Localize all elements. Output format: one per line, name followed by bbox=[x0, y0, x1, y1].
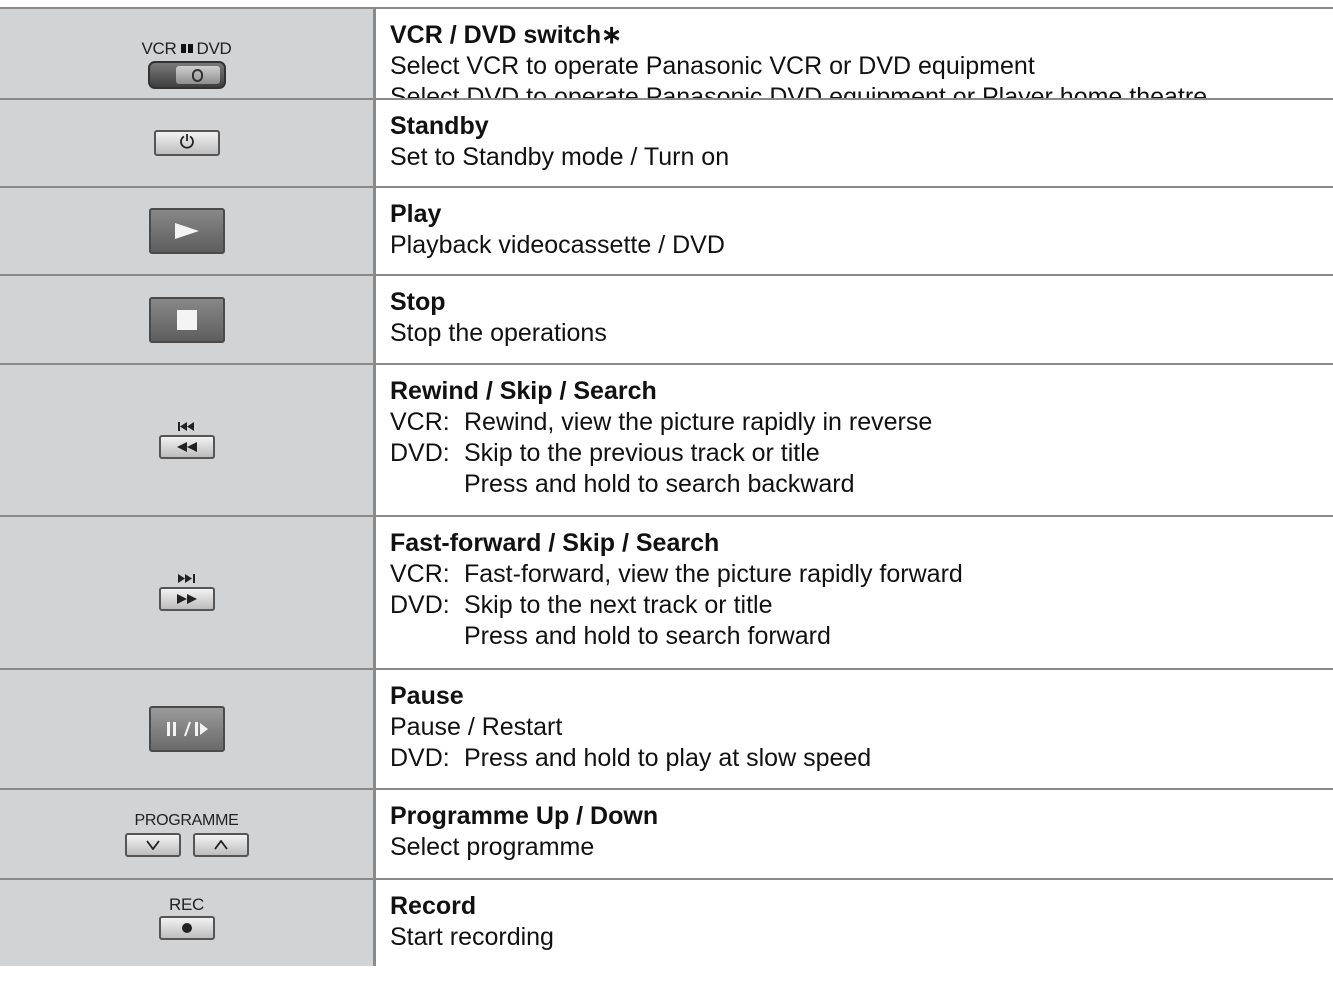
rewind-skip-icon bbox=[176, 441, 197, 452]
table-row: Fast-forward / Skip / Search VCR: Fast-fo… bbox=[0, 517, 1333, 670]
row-title: Fast-forward / Skip / Search bbox=[390, 529, 720, 557]
chevron-down-icon bbox=[145, 840, 160, 850]
table-row: VCR DVD VCR / DVD switch∗ Select VCR to … bbox=[0, 9, 1333, 100]
line-text: Skip to the next track or title bbox=[464, 591, 773, 619]
pause-slow-icon bbox=[166, 721, 208, 737]
programme-label: PROGRAMME bbox=[134, 812, 239, 829]
fast-forward-button[interactable] bbox=[158, 587, 215, 611]
play-button[interactable] bbox=[148, 208, 225, 254]
description-line: Set to Standby mode / Turn on bbox=[390, 143, 730, 171]
line-prefix: DVD: bbox=[390, 439, 450, 467]
line-text: Press and hold to search forward bbox=[464, 622, 831, 650]
description-cell: Record Start recording bbox=[376, 880, 1333, 966]
line-prefix: DVD: bbox=[390, 744, 450, 772]
description-cell: Standby Set to Standby mode / Turn on bbox=[376, 100, 1333, 186]
row-title: Rewind / Skip / Search bbox=[390, 377, 657, 405]
programme-up-button[interactable] bbox=[192, 833, 249, 857]
table-row: PROGRAMME Programme Up / Down Select pro… bbox=[0, 790, 1333, 880]
description-cell: Rewind / Skip / Search VCR: Rewind, view … bbox=[376, 365, 1333, 515]
description-line: Press and hold to search backward bbox=[390, 469, 1333, 500]
description-cell: Pause Pause / Restart DVD: Press and hold… bbox=[376, 670, 1333, 788]
description-line: Pause / Restart bbox=[390, 713, 563, 741]
vcr-label: VCR bbox=[141, 39, 177, 58]
dvd-label: DVD bbox=[196, 39, 232, 58]
icon-cell bbox=[0, 365, 376, 515]
skip-previous-icon bbox=[177, 421, 194, 431]
programme-up-down-icon bbox=[124, 833, 249, 857]
row-title: Standby bbox=[390, 112, 489, 140]
icon-cell: VCR DVD bbox=[0, 9, 376, 98]
line-text: Skip to the previous track or title bbox=[464, 439, 820, 467]
row-title: VCR / DVD switch∗ bbox=[390, 21, 623, 49]
record-icon bbox=[181, 923, 192, 933]
description-cell: Programme Up / Down Select programme bbox=[376, 790, 1333, 878]
line-prefix: DVD: bbox=[390, 591, 450, 619]
programme-down-button[interactable] bbox=[124, 833, 181, 857]
rewind-button[interactable] bbox=[158, 434, 215, 459]
row-title: Stop bbox=[390, 288, 446, 316]
description-line: Select programme bbox=[390, 833, 595, 861]
icon-cell bbox=[0, 670, 376, 788]
standby-button[interactable] bbox=[153, 130, 220, 156]
icon-cell bbox=[0, 517, 376, 668]
line-prefix: VCR: bbox=[390, 408, 450, 436]
skip-next-icon bbox=[177, 574, 195, 583]
description-line: VCR: Rewind, view the picture rapidly in … bbox=[390, 407, 1333, 438]
description-line: DVD: Skip to the previous track or title bbox=[390, 438, 1333, 469]
description-line: DVD: Press and hold to play at slow speed bbox=[390, 743, 1333, 774]
icon-cell bbox=[0, 188, 376, 274]
line-prefix: VCR: bbox=[390, 560, 450, 588]
play-icon bbox=[174, 223, 199, 239]
row-title: Programme Up / Down bbox=[390, 802, 659, 830]
stop-button[interactable] bbox=[148, 296, 225, 343]
chevron-up-icon bbox=[213, 840, 228, 850]
rec-label: REC bbox=[169, 895, 204, 914]
icon-cell bbox=[0, 100, 376, 186]
description-line: Playback videocassette / DVD bbox=[390, 231, 725, 259]
description-cell: Play Playback videocassette / DVD bbox=[376, 188, 1333, 274]
row-title: Pause bbox=[390, 682, 464, 710]
description-line: DVD: Skip to the next track or title bbox=[390, 590, 1333, 621]
icon-cell bbox=[0, 276, 376, 363]
line-text: Rewind, view the picture rapidly in reve… bbox=[464, 408, 933, 436]
line-text: Press and hold to search backward bbox=[464, 470, 855, 498]
description-cell: Fast-forward / Skip / Search VCR: Fast-fo… bbox=[376, 517, 1333, 668]
description-line: Start recording bbox=[390, 923, 554, 951]
row-title: Play bbox=[390, 200, 442, 228]
line-text: Fast-forward, view the picture rapidly f… bbox=[464, 560, 963, 588]
record-button[interactable] bbox=[158, 916, 215, 940]
description-line: Stop the operations bbox=[390, 319, 607, 347]
fast-forward-skip-icon bbox=[176, 594, 197, 604]
standby-power-icon bbox=[179, 133, 195, 154]
table-row: Standby Set to Standby mode / Turn on bbox=[0, 100, 1333, 188]
icon-cell: REC bbox=[0, 880, 376, 966]
description-cell: VCR / DVD switch∗ Select VCR to operate … bbox=[376, 9, 1333, 98]
line-text: Press and hold to play at slow speed bbox=[464, 744, 872, 772]
vcr-dvd-switch-icon[interactable] bbox=[147, 61, 226, 89]
remote-buttons-table: VCR DVD VCR / DVD switch∗ Select VCR to … bbox=[0, 7, 1333, 966]
description-line: Select VCR to operate Panasonic VCR or D… bbox=[390, 52, 1035, 80]
table-row: Play Playback videocassette / DVD bbox=[0, 188, 1333, 276]
table-row: Stop Stop the operations bbox=[0, 276, 1333, 365]
description-cell: Stop Stop the operations bbox=[376, 276, 1333, 363]
table-row: REC Record Start recording bbox=[0, 880, 1333, 966]
pause-button[interactable] bbox=[148, 706, 225, 752]
table-row: Rewind / Skip / Search VCR: Rewind, view … bbox=[0, 365, 1333, 517]
switch-marker-icon bbox=[180, 44, 193, 53]
description-line: Select DVD to operate Panasonic DVD equi… bbox=[390, 83, 1208, 98]
description-line: Press and hold to search forward bbox=[390, 621, 1333, 652]
stop-icon bbox=[176, 309, 197, 330]
table-row: Pause Pause / Restart DVD: Press and hold… bbox=[0, 670, 1333, 790]
description-line: VCR: Fast-forward, view the picture rapid… bbox=[390, 559, 1333, 590]
icon-cell: PROGRAMME bbox=[0, 790, 376, 878]
row-title: Record bbox=[390, 892, 477, 920]
